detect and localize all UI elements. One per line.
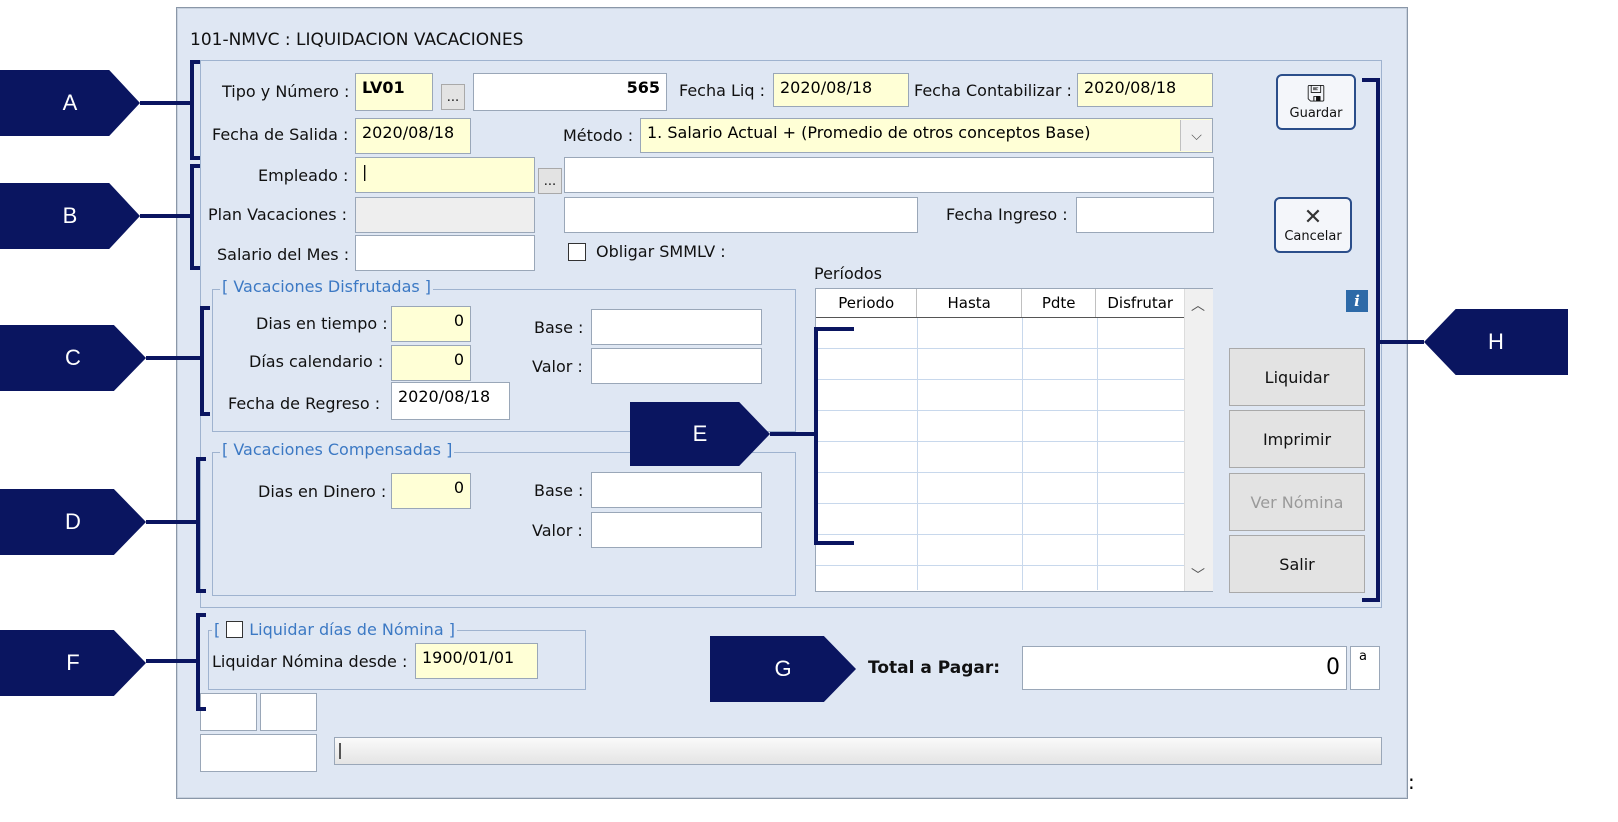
status-box-2 bbox=[260, 693, 317, 731]
liquidar-nomina-bracket: [ bbox=[214, 620, 221, 639]
periodos-grid-header: Periodo Hasta Pdte Disfrutar bbox=[816, 289, 1184, 318]
compensadas-base-label: Base : bbox=[534, 481, 584, 500]
callout-d-tag: D bbox=[0, 489, 146, 555]
callout-h: H bbox=[1424, 309, 1568, 375]
liquidar-nomina-desde-label: Liquidar Nómina desde : bbox=[212, 652, 408, 671]
callout-d: D bbox=[0, 489, 146, 555]
pdte-column bbox=[1023, 318, 1098, 590]
scroll-down-icon[interactable]: ﹀ bbox=[1191, 565, 1205, 585]
cancelar-label: Cancelar bbox=[1284, 228, 1342, 244]
periodos-grid-body bbox=[816, 318, 1184, 590]
disfrutadas-base-field[interactable] bbox=[591, 309, 762, 345]
callout-c-line bbox=[146, 356, 200, 360]
window-title: 101-NMVC : LIQUIDACION VACACIONES bbox=[190, 30, 524, 50]
callout-d-bracket bbox=[196, 457, 206, 593]
callout-g: G bbox=[710, 636, 856, 702]
salir-button[interactable]: Salir bbox=[1229, 535, 1365, 593]
status-box-1 bbox=[200, 693, 257, 731]
guardar-button[interactable]: 🖫 Guardar bbox=[1276, 74, 1356, 130]
callout-e-tag: E bbox=[630, 402, 770, 466]
dias-calendario-label: Días calendario : bbox=[249, 352, 384, 371]
disfrutadas-valor-field[interactable] bbox=[591, 348, 762, 384]
callout-a-bracket bbox=[190, 60, 200, 160]
vacaciones-compensadas-title: [ Vacaciones Compensadas ] bbox=[220, 440, 455, 459]
callout-g-tag: G bbox=[710, 636, 856, 702]
column-header-hasta[interactable]: Hasta bbox=[917, 289, 1022, 317]
callout-h-bracket bbox=[1362, 78, 1380, 602]
total-pagar-field: 0 bbox=[1022, 646, 1347, 690]
callout-a-line bbox=[140, 101, 190, 105]
liquidar-nomina-checkbox[interactable] bbox=[226, 621, 244, 638]
status-box-3 bbox=[200, 734, 317, 772]
progress-bar-fill bbox=[339, 743, 341, 759]
compensadas-base-field[interactable] bbox=[591, 472, 762, 508]
callout-c-tag: C bbox=[0, 325, 146, 391]
hasta-column bbox=[918, 318, 1023, 590]
callout-f: F bbox=[0, 630, 146, 696]
trailing-colon: : bbox=[1408, 770, 1415, 794]
callout-b: B bbox=[0, 183, 140, 249]
liquidar-nomina-desde-field[interactable]: 1900/01/01 bbox=[415, 643, 538, 679]
dias-tiempo-field[interactable]: 0 bbox=[391, 306, 471, 342]
ver-nomina-button[interactable]: Ver Nómina bbox=[1229, 473, 1365, 531]
callout-f-tag: F bbox=[0, 630, 146, 696]
compensadas-valor-field[interactable] bbox=[591, 512, 762, 548]
scroll-up-icon[interactable]: ︿ bbox=[1191, 295, 1205, 315]
liquidar-nomina-title: Liquidar días de Nómina ] bbox=[249, 620, 455, 639]
callout-h-tag: H bbox=[1424, 309, 1568, 375]
callout-e: E bbox=[630, 402, 770, 466]
fecha-regreso-field[interactable]: 2020/08/18 bbox=[391, 382, 510, 420]
callout-a: A bbox=[0, 70, 140, 136]
callout-b-tag: B bbox=[0, 183, 140, 249]
column-header-pdte[interactable]: Pdte bbox=[1022, 289, 1097, 317]
total-pagar-label: Total a Pagar: bbox=[868, 658, 1001, 678]
periodos-grid[interactable]: Periodo Hasta Pdte Disfrutar ︿ ﹀ bbox=[815, 288, 1213, 592]
callout-c: C bbox=[0, 325, 146, 391]
periodos-scrollbar[interactable]: ︿ ﹀ bbox=[1184, 289, 1213, 591]
callout-e-line bbox=[770, 432, 814, 436]
dias-dinero-field[interactable]: 0 bbox=[391, 473, 471, 509]
callout-h-line bbox=[1380, 340, 1424, 344]
progress-bar bbox=[334, 737, 1382, 765]
liquidar-button[interactable]: Liquidar bbox=[1229, 348, 1365, 406]
liquidar-nomina-title-wrap: [ Liquidar días de Nómina ] bbox=[212, 620, 457, 639]
save-icon: 🖫 bbox=[1306, 81, 1326, 107]
tools-cancel-icon: ✕ bbox=[1303, 204, 1323, 230]
guardar-label: Guardar bbox=[1289, 105, 1343, 121]
imprimir-button[interactable]: Imprimir bbox=[1229, 410, 1365, 468]
callout-e-bracket bbox=[814, 327, 854, 545]
cancelar-button[interactable]: ✕ Cancelar bbox=[1274, 197, 1352, 253]
callout-b-line bbox=[140, 214, 190, 218]
callout-f-line bbox=[146, 659, 196, 663]
callout-a-tag: A bbox=[0, 70, 140, 136]
callout-f-bracket bbox=[196, 613, 206, 711]
vacaciones-disfrutadas-title: [ Vacaciones Disfrutadas ] bbox=[220, 277, 434, 296]
periodos-label: Períodos bbox=[814, 264, 883, 283]
fecha-regreso-label: Fecha de Regreso : bbox=[228, 394, 381, 413]
column-header-disfrutar[interactable]: Disfrutar bbox=[1096, 289, 1184, 317]
column-header-periodo[interactable]: Periodo bbox=[816, 289, 918, 317]
callout-b-bracket bbox=[190, 164, 200, 270]
total-suffix-box: a bbox=[1350, 646, 1380, 690]
dias-tiempo-label: Dias en tiempo : bbox=[256, 314, 388, 333]
callout-c-bracket bbox=[200, 306, 210, 416]
dias-calendario-field[interactable]: 0 bbox=[391, 345, 471, 381]
disfrutadas-valor-label: Valor : bbox=[532, 357, 583, 376]
compensadas-valor-label: Valor : bbox=[532, 521, 583, 540]
callout-d-line bbox=[146, 520, 196, 524]
dias-dinero-label: Dias en Dinero : bbox=[258, 482, 387, 501]
disfrutadas-base-label: Base : bbox=[534, 318, 584, 337]
